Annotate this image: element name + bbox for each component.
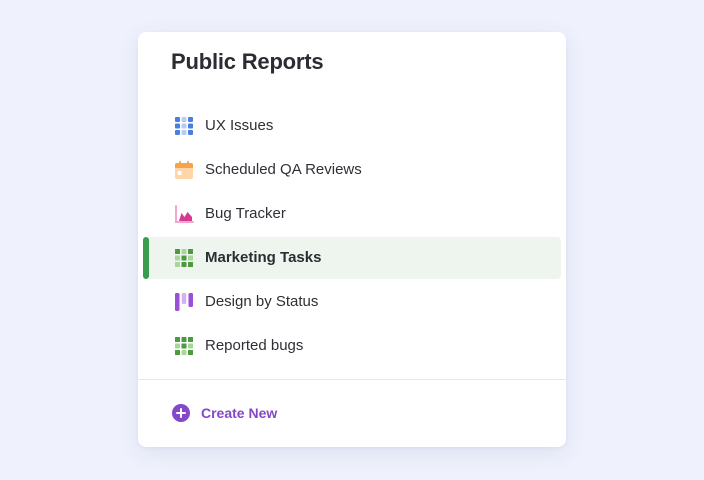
kanban-icon bbox=[175, 293, 193, 311]
divider bbox=[138, 379, 566, 380]
grid-icon bbox=[175, 337, 193, 355]
grid-icon bbox=[175, 249, 193, 267]
create-new-label: Create New bbox=[201, 405, 278, 421]
area-chart-icon bbox=[175, 205, 194, 223]
report-item-label: UX Issues bbox=[205, 117, 274, 134]
report-item-label: Marketing Tasks bbox=[205, 249, 322, 266]
public-reports-panel: Public Reports UX Issues Scheduled QA Re… bbox=[138, 32, 566, 447]
plus-circle-icon bbox=[172, 404, 190, 422]
report-item-bug-tracker[interactable]: Bug Tracker bbox=[138, 192, 566, 236]
grid-icon bbox=[175, 117, 193, 135]
report-item-ux-issues[interactable]: UX Issues bbox=[138, 104, 566, 148]
report-item-label: Design by Status bbox=[205, 293, 319, 310]
report-item-label: Bug Tracker bbox=[205, 205, 286, 222]
active-indicator bbox=[143, 237, 149, 279]
report-item-reported-bugs[interactable]: Reported bugs bbox=[138, 324, 566, 368]
report-item-scheduled-qa-reviews[interactable]: Scheduled QA Reviews bbox=[138, 148, 566, 192]
calendar-icon bbox=[175, 161, 193, 179]
panel-title: Public Reports bbox=[171, 49, 324, 74]
create-new-button[interactable]: Create New bbox=[172, 402, 277, 424]
report-item-label: Scheduled QA Reviews bbox=[205, 161, 362, 178]
reports-list: UX Issues Scheduled QA Reviews Bug Track… bbox=[138, 104, 566, 368]
report-item-design-by-status[interactable]: Design by Status bbox=[138, 280, 566, 324]
report-item-marketing-tasks[interactable]: Marketing Tasks bbox=[138, 236, 566, 280]
report-item-label: Reported bugs bbox=[205, 337, 304, 354]
